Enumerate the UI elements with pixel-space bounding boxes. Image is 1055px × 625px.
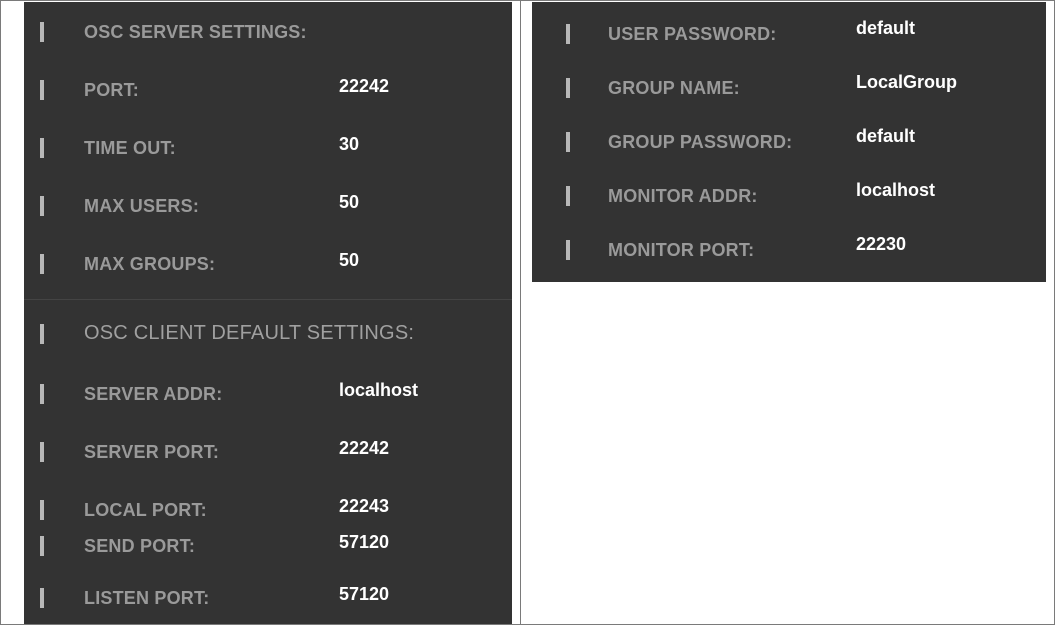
settings-panel-left: OSC SERVER SETTINGS: PORT: 22242 TIME OU… xyxy=(24,2,512,624)
setting-row-port[interactable]: PORT: 22242 xyxy=(24,60,512,116)
setting-row-max-groups[interactable]: MAX GROUPS: 50 xyxy=(24,234,512,290)
server-settings-heading: OSC SERVER SETTINGS: xyxy=(84,22,307,42)
setting-label: MAX USERS: xyxy=(84,196,200,216)
section-separator xyxy=(24,299,512,300)
client-settings-heading-row: OSC CLIENT DEFAULT SETTINGS: xyxy=(24,304,512,360)
setting-label: SERVER ADDR: xyxy=(84,384,223,404)
setting-row-max-users[interactable]: MAX USERS: 50 xyxy=(24,176,512,232)
setting-label: PORT: xyxy=(84,80,139,100)
row-marker xyxy=(40,536,44,556)
row-marker xyxy=(40,138,44,158)
row-marker xyxy=(40,254,44,274)
setting-row-group-password[interactable]: GROUP PASSWORD: default xyxy=(532,114,1046,170)
row-marker xyxy=(40,22,44,42)
setting-row-server-port[interactable]: SERVER PORT: 22242 xyxy=(24,422,512,478)
server-settings-heading-row: OSC SERVER SETTINGS: xyxy=(24,2,512,58)
setting-row-listen-port[interactable]: LISTEN PORT: 57120 xyxy=(24,568,512,624)
client-settings-heading: OSC CLIENT DEFAULT SETTINGS: xyxy=(84,322,415,344)
setting-value[interactable]: 57120 xyxy=(339,532,389,553)
setting-value[interactable]: 22242 xyxy=(339,438,389,459)
row-marker xyxy=(566,132,570,152)
row-marker xyxy=(566,186,570,206)
setting-value[interactable]: LocalGroup xyxy=(856,72,957,93)
setting-row-group-name[interactable]: GROUP NAME: LocalGroup xyxy=(532,60,1046,116)
setting-row-monitor-port[interactable]: MONITOR PORT: 22230 xyxy=(532,222,1046,278)
setting-label: TIME OUT: xyxy=(84,138,176,158)
row-marker xyxy=(40,588,44,608)
setting-label: SEND PORT: xyxy=(84,536,196,556)
setting-label: GROUP NAME: xyxy=(608,78,740,98)
settings-panel-right: USER PASSWORD: default GROUP NAME: Local… xyxy=(532,2,1046,282)
setting-label: GROUP PASSWORD: xyxy=(608,132,793,152)
setting-value[interactable]: 22243 xyxy=(339,496,389,517)
setting-label: SERVER PORT: xyxy=(84,442,220,462)
setting-label: USER PASSWORD: xyxy=(608,24,777,44)
setting-row-send-port[interactable]: SEND PORT: 57120 xyxy=(24,516,512,572)
setting-row-monitor-addr[interactable]: MONITOR ADDR: localhost xyxy=(532,168,1046,224)
row-marker xyxy=(566,24,570,44)
setting-value[interactable]: 50 xyxy=(339,250,359,271)
setting-value[interactable]: 22242 xyxy=(339,76,389,97)
setting-row-time-out[interactable]: TIME OUT: 30 xyxy=(24,118,512,174)
setting-label: MAX GROUPS: xyxy=(84,254,216,274)
setting-row-user-password[interactable]: USER PASSWORD: default xyxy=(532,6,1046,62)
setting-value[interactable]: 30 xyxy=(339,134,359,155)
setting-value[interactable]: localhost xyxy=(856,180,935,201)
setting-value[interactable]: 22230 xyxy=(856,234,906,255)
setting-label: MONITOR ADDR: xyxy=(608,186,758,206)
setting-value[interactable]: localhost xyxy=(339,380,418,401)
row-marker xyxy=(566,78,570,98)
setting-value[interactable]: 50 xyxy=(339,192,359,213)
setting-value[interactable]: default xyxy=(856,126,915,147)
row-marker xyxy=(40,384,44,404)
setting-label: MONITOR PORT: xyxy=(608,240,755,260)
setting-row-server-addr[interactable]: SERVER ADDR: localhost xyxy=(24,364,512,420)
row-marker xyxy=(40,80,44,100)
row-marker xyxy=(40,442,44,462)
column-divider xyxy=(520,0,521,625)
setting-value[interactable]: 57120 xyxy=(339,584,389,605)
setting-value[interactable]: default xyxy=(856,18,915,39)
row-marker xyxy=(566,240,570,260)
row-marker xyxy=(40,196,44,216)
row-marker xyxy=(40,324,44,344)
setting-label: LISTEN PORT: xyxy=(84,588,210,608)
